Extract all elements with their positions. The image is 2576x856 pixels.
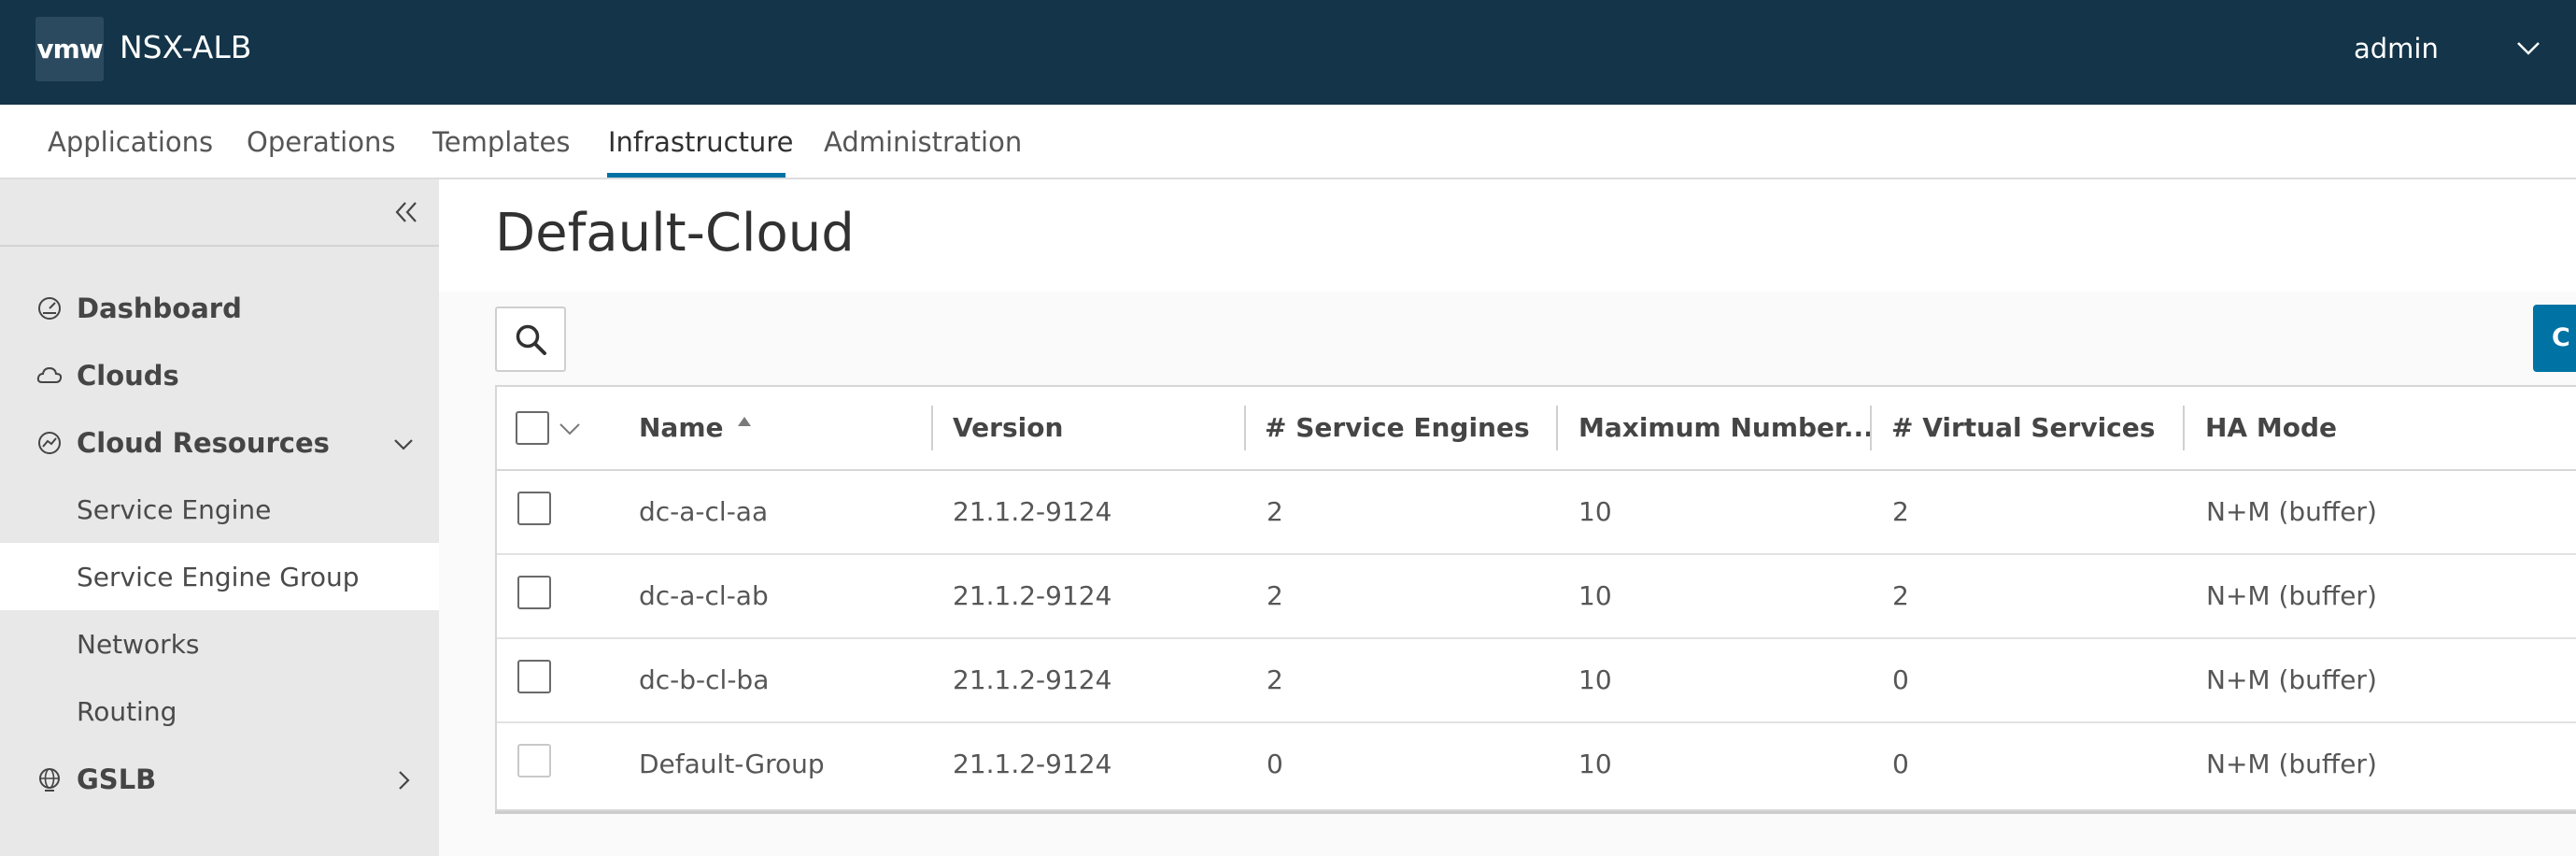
globe-icon bbox=[39, 768, 60, 792]
cell-name[interactable]: dc-a-cl-aa bbox=[639, 493, 768, 531]
column-divider[interactable] bbox=[1870, 406, 1872, 450]
sidebar: Dashboard Clouds Cloud Resources Service… bbox=[0, 179, 439, 856]
sidebar-subitem-networks[interactable]: Networks bbox=[0, 610, 439, 678]
sidebar-subitem-service-engine-group[interactable]: Service Engine Group bbox=[0, 543, 439, 610]
row-checkbox[interactable] bbox=[517, 492, 551, 525]
cell-name[interactable]: Default-Group bbox=[639, 746, 825, 783]
top-header: vmw NSX-ALB admin bbox=[0, 0, 2576, 105]
column-divider[interactable] bbox=[2183, 406, 2185, 450]
cloud-icon bbox=[36, 366, 63, 383]
cell-version: 21.1.2-9124 bbox=[953, 580, 1112, 611]
product-name: NSX-ALB bbox=[120, 29, 252, 65]
page-title: Default-Cloud bbox=[495, 203, 855, 264]
cell-max-number: 10 bbox=[1578, 496, 1612, 527]
sidebar-item-label: Clouds bbox=[77, 360, 179, 392]
column-header-ha-mode[interactable]: HA Mode bbox=[2205, 409, 2337, 447]
sidebar-subitem-label: Routing bbox=[77, 696, 177, 727]
sidebar-item-label: GSLB bbox=[77, 763, 157, 795]
tab-operations[interactable]: Operations bbox=[247, 123, 395, 161]
row-checkbox[interactable] bbox=[517, 576, 551, 609]
chevron-down-icon[interactable] bbox=[389, 429, 418, 459]
cell-service-engines: 2 bbox=[1267, 664, 1283, 695]
cell-ha-mode: N+M (buffer) bbox=[2206, 749, 2377, 779]
sort-ascending-icon[interactable] bbox=[736, 415, 753, 428]
tab-applications[interactable]: Applications bbox=[48, 123, 213, 161]
cell-name[interactable]: dc-b-cl-ba bbox=[639, 662, 769, 699]
cell-virtual-services: 0 bbox=[1892, 664, 1909, 695]
chevron-right-icon[interactable] bbox=[389, 765, 418, 795]
sidebar-subitem-label: Service Engine bbox=[77, 494, 272, 525]
user-menu[interactable]: admin bbox=[2354, 30, 2439, 67]
tab-infrastructure[interactable]: Infrastructure bbox=[608, 123, 793, 161]
sidebar-item-dashboard[interactable]: Dashboard bbox=[0, 274, 439, 341]
row-checkbox-disabled bbox=[517, 744, 551, 778]
chevron-down-icon[interactable] bbox=[557, 417, 583, 441]
create-button[interactable]: C bbox=[2533, 305, 2576, 372]
active-tab-indicator bbox=[607, 173, 786, 178]
cell-max-number: 10 bbox=[1578, 749, 1612, 779]
column-header-name[interactable]: Name bbox=[639, 409, 724, 447]
cell-service-engines: 2 bbox=[1267, 496, 1283, 527]
search-button[interactable] bbox=[495, 307, 566, 372]
sidebar-item-label: Cloud Resources bbox=[77, 427, 330, 459]
cell-version: 21.1.2-9124 bbox=[953, 664, 1112, 695]
sidebar-item-cloud-resources[interactable]: Cloud Resources bbox=[0, 408, 439, 476]
cell-ha-mode: N+M (buffer) bbox=[2206, 496, 2377, 527]
cell-max-number: 10 bbox=[1578, 580, 1612, 611]
sidebar-subitem-service-engine[interactable]: Service Engine bbox=[0, 476, 439, 543]
cell-virtual-services: 2 bbox=[1892, 580, 1909, 611]
sidebar-item-label: Dashboard bbox=[77, 292, 242, 324]
select-all-checkbox[interactable] bbox=[516, 411, 549, 445]
sidebar-item-clouds[interactable]: Clouds bbox=[0, 341, 439, 408]
vmware-logo: vmw bbox=[35, 17, 104, 81]
column-divider[interactable] bbox=[1556, 406, 1558, 450]
main-nav: Applications Operations Templates Infras… bbox=[0, 105, 2576, 179]
cell-ha-mode: N+M (buffer) bbox=[2206, 664, 2377, 695]
table-header: Name Version # Service Engines Maximum N… bbox=[497, 387, 2576, 471]
cell-version: 21.1.2-9124 bbox=[953, 749, 1112, 779]
cell-ha-mode: N+M (buffer) bbox=[2206, 580, 2377, 611]
column-header-service-engines[interactable]: # Service Engines bbox=[1265, 409, 1530, 447]
table-row[interactable]: dc-b-cl-ba 21.1.2-9124 2 10 0 N+M (buffe… bbox=[497, 639, 2576, 723]
cloud-resources-icon bbox=[38, 432, 61, 454]
cell-max-number: 10 bbox=[1578, 664, 1612, 695]
column-header-version[interactable]: Version bbox=[953, 409, 1063, 447]
tab-templates[interactable]: Templates bbox=[432, 123, 570, 161]
sidebar-subitem-routing[interactable]: Routing bbox=[0, 678, 439, 745]
sidebar-divider bbox=[0, 245, 439, 247]
column-divider[interactable] bbox=[1244, 406, 1246, 450]
cell-virtual-services: 0 bbox=[1892, 749, 1909, 779]
table-row[interactable]: dc-a-cl-aa 21.1.2-9124 2 10 2 N+M (buffe… bbox=[497, 471, 2576, 555]
sidebar-subitem-label: Networks bbox=[77, 629, 200, 660]
cell-virtual-services: 2 bbox=[1892, 496, 1909, 527]
search-icon bbox=[516, 324, 546, 355]
table-row[interactable]: Default-Group 21.1.2-9124 0 10 0 N+M (bu… bbox=[497, 723, 2576, 807]
tab-administration[interactable]: Administration bbox=[824, 123, 1022, 161]
cell-name[interactable]: dc-a-cl-ab bbox=[639, 578, 769, 615]
cell-version: 21.1.2-9124 bbox=[953, 496, 1112, 527]
row-checkbox[interactable] bbox=[517, 660, 551, 693]
dashboard-icon bbox=[38, 297, 61, 320]
table-row[interactable]: dc-a-cl-ab 21.1.2-9124 2 10 2 N+M (buffe… bbox=[497, 555, 2576, 639]
column-divider[interactable] bbox=[931, 406, 933, 450]
sidebar-item-gslb[interactable]: GSLB bbox=[0, 745, 439, 812]
service-engine-group-table: Name Version # Service Engines Maximum N… bbox=[495, 385, 2576, 811]
double-chevron-left-icon[interactable] bbox=[390, 196, 422, 228]
column-header-maximum-number[interactable]: Maximum Number... bbox=[1578, 409, 1874, 447]
sidebar-subitem-label: Service Engine Group bbox=[77, 562, 360, 592]
cell-service-engines: 2 bbox=[1267, 580, 1283, 611]
cell-service-engines: 0 bbox=[1267, 749, 1283, 779]
column-header-virtual-services[interactable]: # Virtual Services bbox=[1891, 409, 2155, 447]
chevron-down-icon[interactable] bbox=[2512, 32, 2544, 64]
